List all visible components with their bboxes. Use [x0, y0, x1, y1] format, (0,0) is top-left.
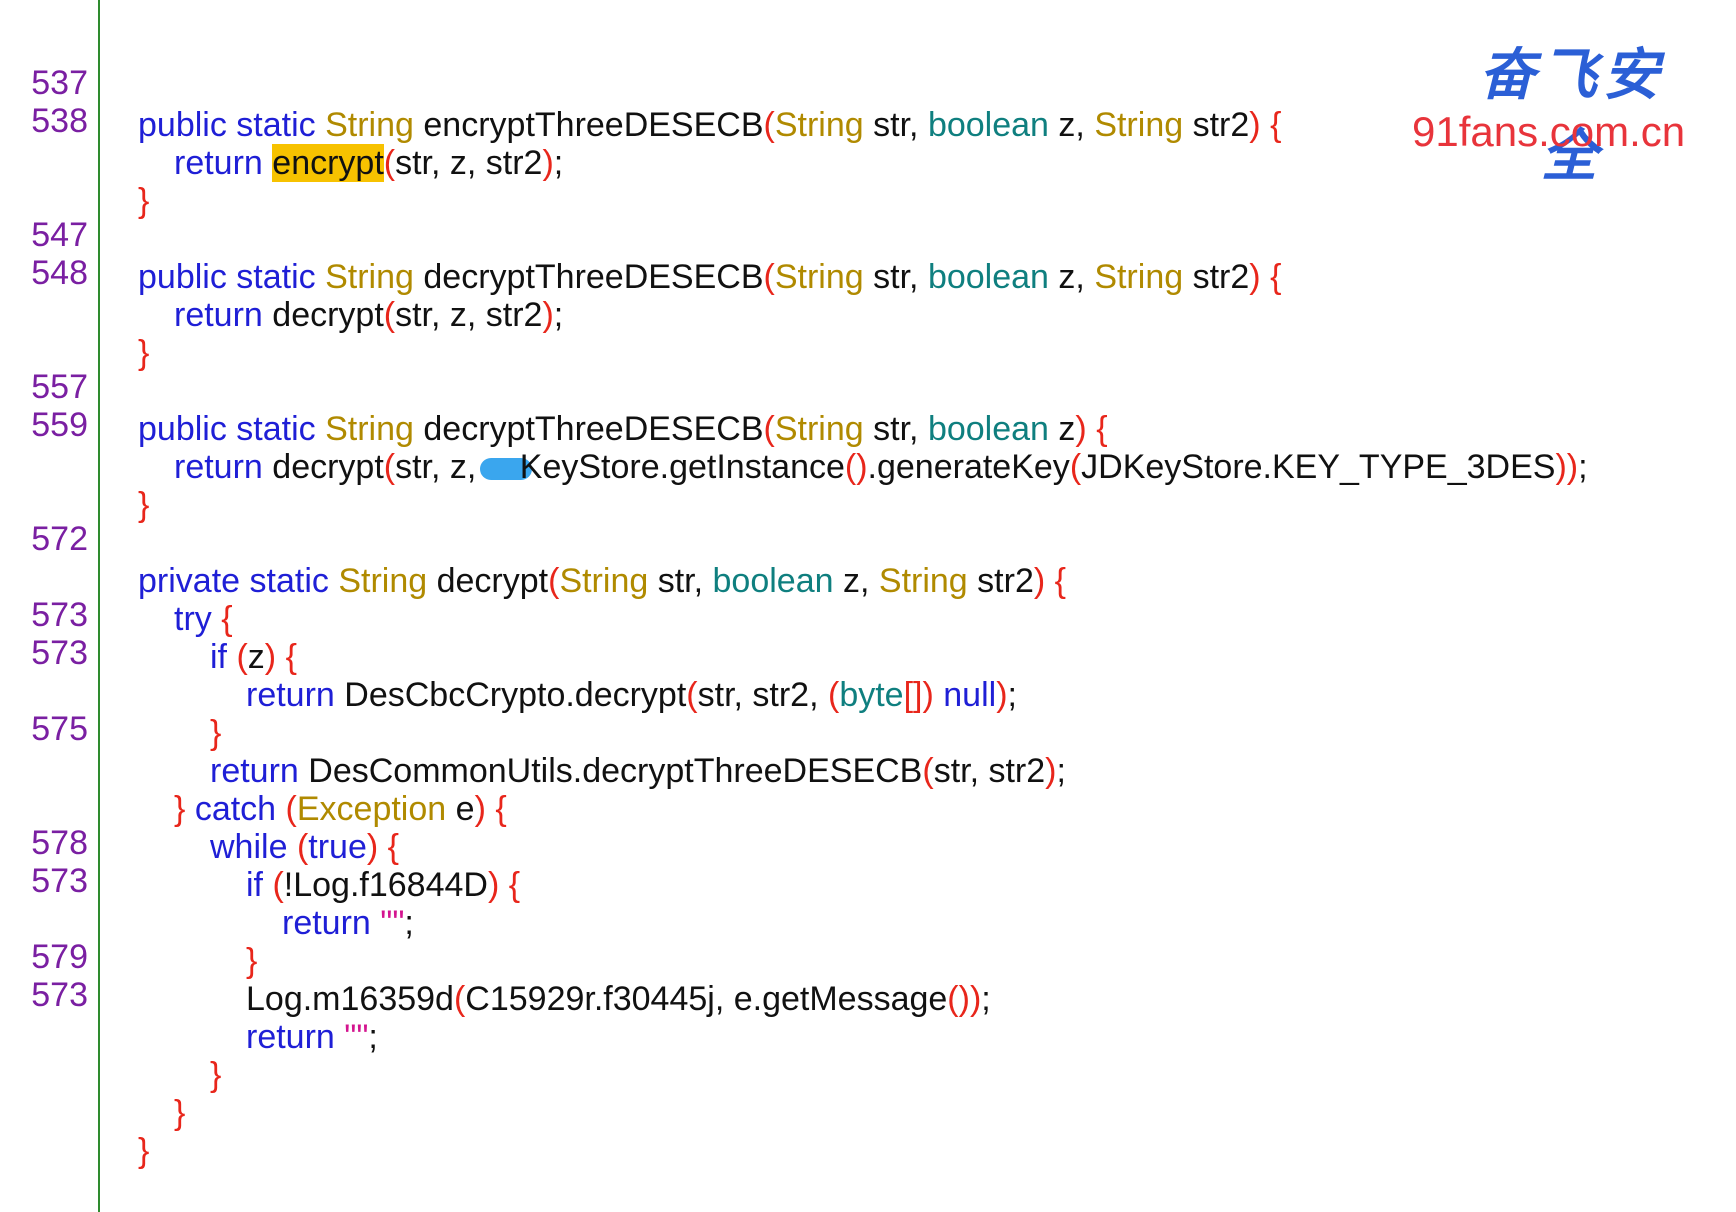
code-line: 575 return DesCommonUtils.decryptThreeDE… — [0, 666, 1066, 790]
code-line: 578 if (!Log.f16844D) { — [0, 780, 520, 904]
code-text: while (true) { — [210, 828, 399, 866]
code-text: if (!Log.f16844D) { — [246, 866, 521, 904]
watermark-url: 91fans.com.cn — [1412, 108, 1686, 155]
code-text: public static String decryptThreeDESECB(… — [138, 410, 1108, 448]
code-line: } — [0, 856, 257, 980]
code-line: } — [0, 1008, 185, 1132]
code-text: return DesCommonUtils.decryptThreeDESECB… — [210, 752, 1066, 790]
code-text: } — [246, 942, 258, 980]
code-text: } — [138, 182, 150, 220]
code-line: 559 return decrypt(str, z, KeyStore.getI… — [0, 362, 1587, 486]
code-text: } — [210, 714, 222, 752]
code-text: } — [138, 334, 150, 372]
search-highlight: encrypt — [272, 144, 384, 182]
code-line: } — [0, 400, 149, 524]
code-text: return decrypt(str, z, str2); — [174, 296, 564, 334]
code-text: if (z) { — [210, 638, 297, 676]
code-line: 537 public static String encryptThreeDES… — [0, 20, 1281, 144]
code-line: } — [0, 248, 149, 372]
code-text: return encrypt(str, z, str2); — [174, 144, 564, 182]
code-line: } — [0, 628, 221, 752]
code-line: 573 if (z) { — [0, 552, 297, 676]
code-line: try { — [0, 514, 233, 638]
code-line: } — [0, 970, 221, 1094]
gutter-divider — [98, 0, 100, 1212]
code-line: 547 public static String decryptThreeDES… — [0, 172, 1281, 296]
code-line: } — [0, 1046, 149, 1170]
code-text: } — [174, 1094, 186, 1132]
code-text: } — [138, 486, 150, 524]
code-text: return ""; — [282, 904, 414, 942]
code-viewer: 奋飞安全 91fans.com.cn 537 public static Str… — [0, 0, 1736, 1212]
code-text: return decrypt(str, z, KeyStore.getInsta… — [174, 448, 1588, 486]
code-text: private static String decrypt(String str… — [138, 562, 1066, 600]
code-line: 538 return encrypt(str, z, str2); — [0, 58, 563, 182]
code-line: 557 public static String decryptThreeDES… — [0, 324, 1107, 448]
code-text: } — [138, 1132, 150, 1170]
code-line: 579 Log.m16359d(C15929r.f30445j, e.getMe… — [0, 894, 990, 1018]
code-text: } catch (Exception e) { — [174, 790, 507, 828]
code-line: while (true) { — [0, 742, 399, 866]
code-text: public static String encryptThreeDESECB(… — [138, 106, 1282, 144]
code-text: return ""; — [246, 1018, 378, 1056]
code-line: 573 return ""; — [0, 818, 414, 942]
code-line: } catch (Exception e) { — [0, 704, 507, 828]
code-line: } — [0, 96, 149, 220]
code-text: Log.m16359d(C15929r.f30445j, e.getMessag… — [246, 980, 991, 1018]
code-text: return DesCbcCrypto.decrypt(str, str2, (… — [246, 676, 1017, 714]
code-line: 573 return ""; — [0, 932, 378, 1056]
code-line: 572 private static String decrypt(String… — [0, 476, 1066, 600]
code-text: } — [210, 1056, 222, 1094]
code-line: 573 return DesCbcCrypto.decrypt(str, str… — [0, 590, 1017, 714]
code-line: 548 return decrypt(str, z, str2); — [0, 210, 563, 334]
code-text: try { — [174, 600, 233, 638]
code-text: public static String decryptThreeDESECB(… — [138, 258, 1282, 296]
